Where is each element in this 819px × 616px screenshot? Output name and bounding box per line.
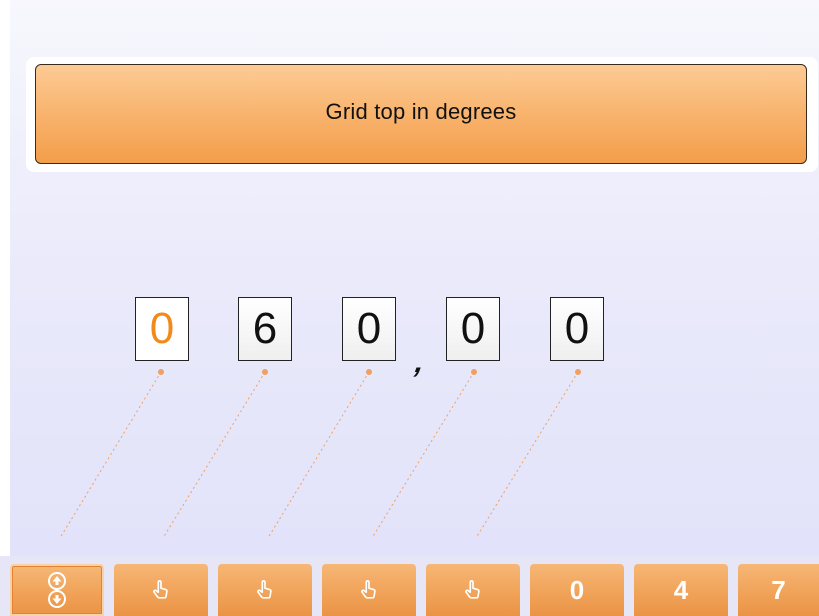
guide-dot-3: [366, 369, 372, 375]
digit-box-5[interactable]: 0: [550, 297, 604, 361]
guide-line-2: [162, 371, 266, 539]
key-4-button[interactable]: 4: [634, 564, 728, 616]
digit-box-3[interactable]: 0: [342, 297, 396, 361]
guide-dot-4: [471, 369, 477, 375]
digit-box-2[interactable]: 6: [238, 297, 292, 361]
guide-line-3: [267, 371, 370, 539]
up-down-arrows-icon: [48, 572, 66, 608]
digit-guide-lines: [59, 369, 581, 539]
key-0-button[interactable]: 0: [530, 564, 624, 616]
guide-dot-5: [575, 369, 581, 375]
hand-pointer-icon: [257, 580, 272, 599]
guide-line-5: [475, 371, 579, 539]
guide-line-4: [371, 371, 475, 539]
guide-line-1: [59, 371, 162, 539]
guide-dot-1: [158, 369, 164, 375]
hand-pointer-icon: [153, 580, 168, 599]
hand-pointer-icon: [361, 580, 376, 599]
guide-dot-2: [262, 369, 268, 375]
key-7-button[interactable]: 7: [738, 564, 819, 616]
hand-button-4[interactable]: [426, 564, 520, 616]
scroll-up-down-button[interactable]: [10, 564, 104, 616]
hand-button-2[interactable]: [218, 564, 312, 616]
digit-box-1[interactable]: 0: [135, 297, 189, 361]
hand-button-3[interactable]: [322, 564, 416, 616]
digit-box-4[interactable]: 0: [446, 297, 500, 361]
hand-pointer-icon: [465, 580, 480, 599]
hand-button-1[interactable]: [114, 564, 208, 616]
